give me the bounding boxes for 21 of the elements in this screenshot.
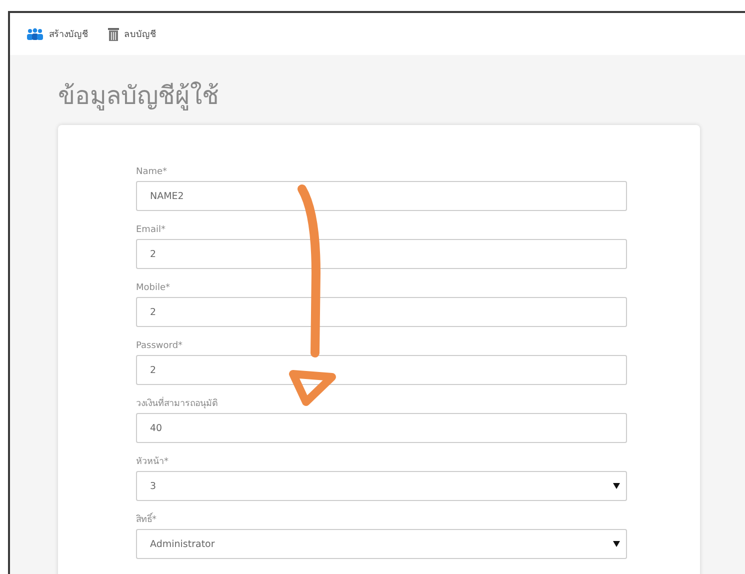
input-field[interactable]: 2 [136,239,627,269]
field-label: Mobile* [136,282,172,295]
field-label: สิทธิ์* [136,511,700,529]
create-account-button[interactable]: สร้างบัญชี [26,27,88,41]
page-title: ข้อมูลบัญชีผู้ใช้ [58,80,220,112]
trash-icon [108,27,119,41]
input-field[interactable]: 2 [136,355,627,385]
users-icon [26,28,44,40]
caret-icon [613,483,620,489]
field-label: วงเงินที่สามารถอนุมัติ [136,395,700,413]
input-field[interactable]: NAME2 [136,181,627,211]
field-label: Email* [136,224,166,237]
input-field[interactable]: 2 [136,297,627,327]
caret-icon [613,541,620,547]
input-field[interactable]: 40 [136,413,627,443]
field-label: หัวหน้า* [136,456,170,469]
field-label: Name* [136,166,168,179]
select-field[interactable]: 3 [136,471,627,501]
delete-account-button[interactable]: ลบบัญชี [108,27,156,41]
field-label: Password* [136,340,184,353]
select-field[interactable]: Administrator [136,529,627,559]
